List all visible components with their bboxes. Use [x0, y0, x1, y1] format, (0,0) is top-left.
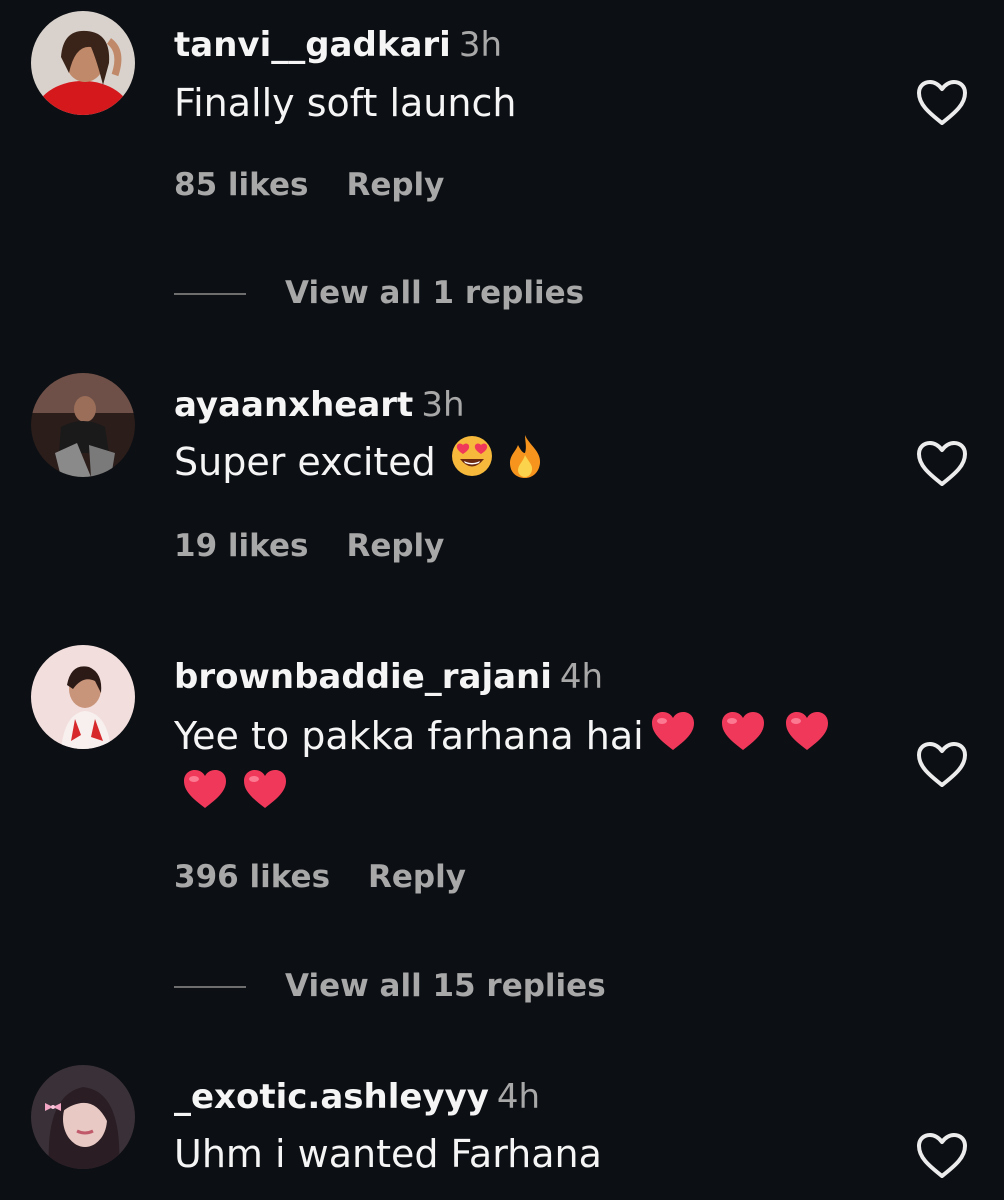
heart-outline-icon — [917, 742, 967, 787]
divider-line — [174, 293, 246, 295]
comment-actions: 19 likes Reply — [174, 526, 444, 566]
heart-emoji — [720, 709, 766, 769]
reply-button[interactable]: Reply — [368, 859, 466, 895]
like-button[interactable] — [916, 79, 968, 127]
heart-emoji — [182, 767, 228, 827]
likes-count[interactable]: 396 likes — [174, 859, 330, 895]
comment-header: _exotic.ashleyyy 4h — [174, 1077, 540, 1117]
timestamp: 3h — [421, 385, 465, 425]
comment-text: Yee to pakka farhana hai — [174, 706, 840, 769]
comment-item: tanvi__gadkari 3h Finally soft launch 85 … — [0, 0, 1004, 340]
comment-item: ayaanxheart 3h Super excited 19 likes Repl… — [0, 340, 1004, 630]
comment-body: Yee to pakka farhana hai — [174, 714, 644, 758]
heart-emoji — [650, 709, 696, 769]
comment-text-continued — [182, 764, 298, 827]
like-button[interactable] — [916, 440, 968, 488]
heart-emoji — [242, 767, 288, 827]
username-link[interactable]: tanvi__gadkari — [174, 25, 451, 65]
heart-outline-icon — [917, 441, 967, 486]
divider-line — [174, 986, 246, 988]
comment-body: Finally soft launch — [174, 81, 517, 125]
comment-actions: 85 likes Reply — [174, 165, 444, 205]
likes-count[interactable]: 19 likes — [174, 528, 308, 564]
comment-text: Super excited — [174, 432, 542, 496]
timestamp: 4h — [496, 1077, 541, 1117]
view-replies-row[interactable]: View all 15 replies — [174, 966, 774, 1006]
reply-button[interactable]: Reply — [346, 167, 444, 203]
view-replies-button[interactable]: View all 15 replies — [285, 966, 606, 1006]
reply-button[interactable]: Reply — [346, 528, 444, 564]
avatar[interactable] — [31, 1065, 135, 1169]
likes-count[interactable]: 85 likes — [174, 167, 308, 203]
comment-body: Uhm i wanted Farhana — [174, 1132, 602, 1176]
username-link[interactable]: brownbaddie_rajani — [174, 657, 552, 697]
comment-text: Finally soft launch — [174, 73, 516, 133]
timestamp: 4h — [559, 657, 604, 697]
avatar[interactable] — [31, 373, 135, 477]
heart-emoji — [784, 709, 830, 769]
heart-outline-icon — [917, 1133, 967, 1178]
like-button[interactable] — [916, 741, 968, 789]
comment-item: brownbaddie_rajani 4h Yee to pakka farhan… — [0, 630, 1004, 1060]
heart-outline-icon — [917, 80, 967, 125]
comment-text: Uhm i wanted Farhana — [174, 1124, 602, 1184]
username-link[interactable]: _exotic.ashleyyy — [174, 1077, 489, 1117]
like-button[interactable] — [916, 1132, 968, 1180]
username-link[interactable]: ayaanxheart — [174, 385, 413, 425]
comment-header: ayaanxheart 3h — [174, 385, 465, 425]
view-replies-button[interactable]: View all 1 replies — [285, 273, 584, 313]
comment-body: Super excited — [174, 440, 436, 484]
heart-eyes-emoji — [450, 434, 494, 495]
comment-item: _exotic.ashleyyy 4h Uhm i wanted Farhana — [0, 1060, 1004, 1200]
comment-header: brownbaddie_rajani 4h — [174, 657, 603, 697]
avatar[interactable] — [31, 11, 135, 115]
fire-emoji — [508, 433, 542, 496]
comment-header: tanvi__gadkari 3h — [174, 25, 502, 65]
view-replies-row[interactable]: View all 1 replies — [174, 273, 774, 313]
comment-actions: 396 likes Reply — [174, 857, 466, 897]
avatar[interactable] — [31, 645, 135, 749]
timestamp: 3h — [458, 25, 503, 65]
